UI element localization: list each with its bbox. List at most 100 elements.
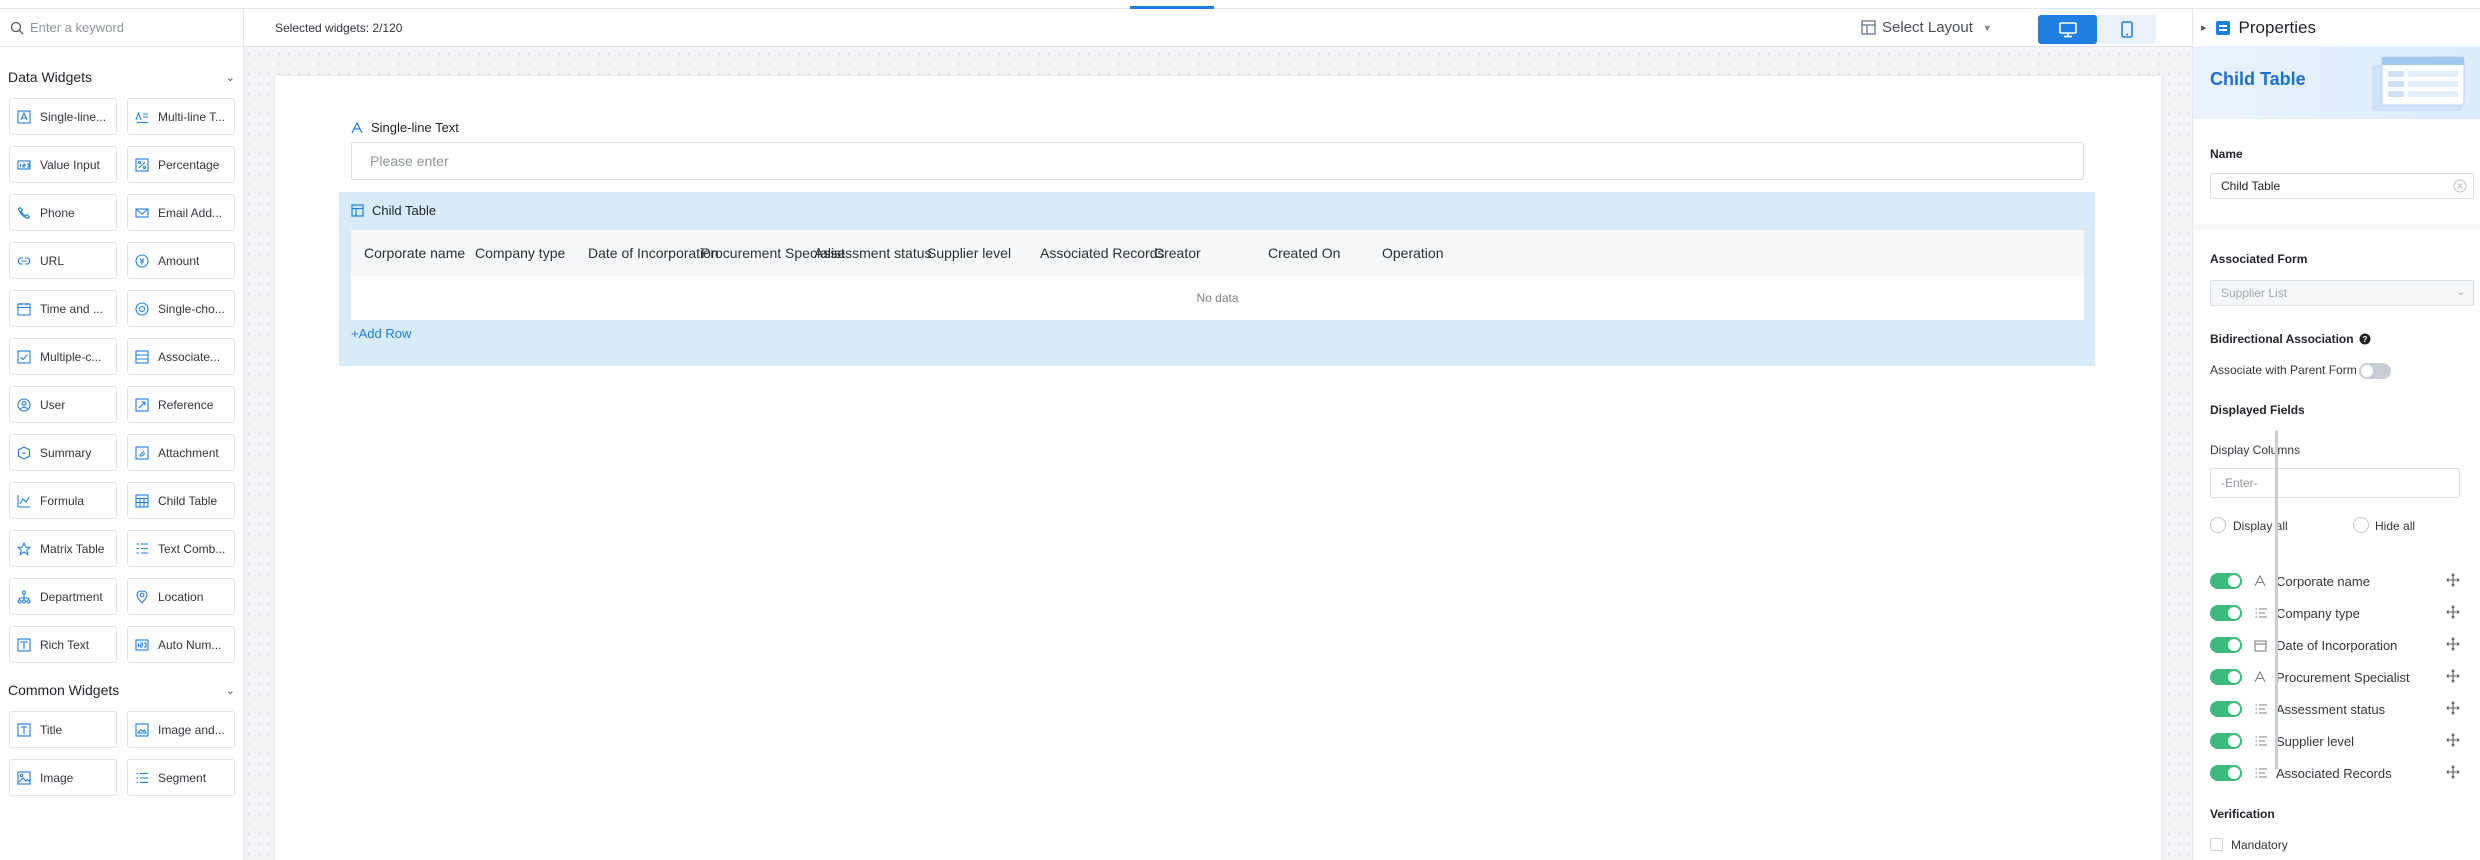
widget-label: Value Input <box>40 157 100 172</box>
widget-label: User <box>40 397 66 412</box>
column-header: Assessment status <box>814 245 932 261</box>
data-widgets-group[interactable]: Data Widgets ⌄ <box>0 64 243 90</box>
email-icon <box>134 205 150 221</box>
user-icon <box>16 397 32 413</box>
widget-image[interactable]: Image <box>9 759 117 796</box>
single-line-text-label: Single-line Text <box>351 120 459 135</box>
desktop-view-button[interactable] <box>2038 15 2097 44</box>
widget-label: Multiple-c... <box>40 349 102 364</box>
column-header: Creator <box>1154 245 1201 261</box>
drag-handle-icon[interactable] <box>2446 573 2460 592</box>
field-visibility-toggle[interactable] <box>2210 573 2242 589</box>
image-text-icon <box>134 722 150 738</box>
single-line-text-input[interactable]: Please enter <box>351 142 2084 180</box>
widget-email[interactable]: Email Add... <box>127 194 235 231</box>
field-visibility-toggle[interactable] <box>2210 733 2242 749</box>
widget-summary[interactable]: Summary <box>9 434 117 471</box>
associate-parent-toggle[interactable] <box>2359 363 2391 379</box>
widget-department[interactable]: Department <box>9 578 117 615</box>
mandatory-checkbox[interactable] <box>2210 838 2223 851</box>
drag-handle-icon[interactable] <box>2446 669 2460 688</box>
widget-search <box>0 9 243 47</box>
selected-widgets-count: Selected widgets: 2/120 <box>275 21 403 35</box>
field-visibility-toggle[interactable] <box>2210 669 2242 685</box>
widget-title[interactable]: Title <box>9 711 117 748</box>
widget-rich-text[interactable]: Rich Text <box>9 626 117 663</box>
link-icon <box>16 253 32 269</box>
widget-user[interactable]: User <box>9 386 117 423</box>
widget-formula[interactable]: Formula <box>9 482 117 519</box>
widget-label: Percentage <box>158 157 220 172</box>
add-row-button[interactable]: +Add Row <box>351 326 411 341</box>
displayed-field-row: Supplier level <box>2210 731 2474 751</box>
drag-handle-icon[interactable] <box>2446 733 2460 752</box>
calendar-icon <box>16 301 32 317</box>
list-icon <box>2254 606 2268 620</box>
widget-attachment[interactable]: Attachment <box>127 434 235 471</box>
display-all-label: Display all <box>2233 519 2288 533</box>
widget-association[interactable]: Associate... <box>127 338 235 375</box>
widget-text[interactable]: Single-line... <box>9 98 117 135</box>
widget-percentage[interactable]: Percentage <box>127 146 235 183</box>
widget-text-combination[interactable]: Text Comb... <box>127 530 235 567</box>
field-visibility-toggle[interactable] <box>2210 701 2242 717</box>
drag-handle-icon[interactable] <box>2446 701 2460 720</box>
field-visibility-toggle[interactable] <box>2210 605 2242 621</box>
field-label: Procurement Specialist <box>2276 669 2410 685</box>
mobile-view-button[interactable] <box>2097 15 2156 44</box>
widget-radio[interactable]: Single-cho... <box>127 290 235 327</box>
widget-image-text[interactable]: Image and... <box>127 711 235 748</box>
image-icon <box>16 770 32 786</box>
associate-parent-label: Associate with Parent Form <box>2210 363 2357 377</box>
widget-number[interactable]: Value Input <box>9 146 117 183</box>
display-columns-input[interactable]: -Enter- <box>2210 468 2460 498</box>
widget-link[interactable]: URL <box>9 242 117 279</box>
drag-handle-icon[interactable] <box>2446 637 2460 656</box>
associated-form-select[interactable]: Supplier List ⌄ <box>2210 280 2474 306</box>
widget-table[interactable]: Child Table <box>127 482 235 519</box>
device-toggle <box>2038 15 2156 44</box>
widget-multiline-text[interactable]: Multi-line T... <box>127 98 235 135</box>
widget-location[interactable]: Location <box>127 578 235 615</box>
hide-all-label: Hide all <box>2375 519 2416 533</box>
widget-label: Attachment <box>158 445 219 460</box>
widget-segment[interactable]: Segment <box>127 759 235 796</box>
select-layout-label: Select Layout <box>1882 19 1973 36</box>
widget-label: Single-cho... <box>158 301 225 316</box>
widget-reference[interactable]: Reference <box>127 386 235 423</box>
widget-phone[interactable]: Phone <box>9 194 117 231</box>
select-layout-dropdown[interactable]: Select Layout ▼ <box>1861 19 1992 36</box>
chevron-down-icon: ⌄ <box>2456 287 2465 298</box>
display-all-radio[interactable] <box>2210 517 2226 533</box>
properties-scrollbar[interactable] <box>2275 430 2278 770</box>
verification-label: Verification <box>2210 807 2275 821</box>
widget-amount[interactable]: Amount <box>127 242 235 279</box>
displayed-field-row: Associated Records <box>2210 763 2474 783</box>
help-icon[interactable]: ? <box>2359 333 2371 345</box>
name-input[interactable]: Child Table <box>2210 173 2474 199</box>
hide-all-radio[interactable] <box>2353 517 2369 533</box>
text-icon <box>2254 574 2268 588</box>
name-label: Name <box>2210 147 2243 161</box>
search-input[interactable] <box>30 20 230 35</box>
widget-label: Image <box>40 770 74 785</box>
drag-handle-icon[interactable] <box>2446 765 2460 784</box>
auto-number-icon <box>134 637 150 653</box>
amount-icon <box>134 253 150 269</box>
field-visibility-toggle[interactable] <box>2210 637 2242 653</box>
widget-auto-number[interactable]: Auto Num... <box>127 626 235 663</box>
field-visibility-toggle[interactable] <box>2210 765 2242 781</box>
child-table-widget[interactable]: Child Table Corporate name Company type Da… <box>339 192 2095 366</box>
calendar-icon <box>2254 638 2268 652</box>
widget-checkbox[interactable]: Multiple-c... <box>9 338 117 375</box>
drag-handle-icon[interactable] <box>2446 605 2460 624</box>
mobile-icon <box>2120 21 2133 38</box>
design-canvas: Selected widgets: 2/120 Select Layout ▼ … <box>244 9 2192 860</box>
widget-matrix[interactable]: Matrix Table <box>9 530 117 567</box>
properties-title: Properties <box>2238 17 2317 37</box>
department-icon <box>16 589 32 605</box>
clear-icon[interactable] <box>2453 179 2467 193</box>
collapse-arrow-icon[interactable]: ▸ <box>2201 21 2207 34</box>
widget-calendar[interactable]: Time and ... <box>9 290 117 327</box>
common-widgets-group[interactable]: Common Widgets ⌄ <box>0 677 243 703</box>
